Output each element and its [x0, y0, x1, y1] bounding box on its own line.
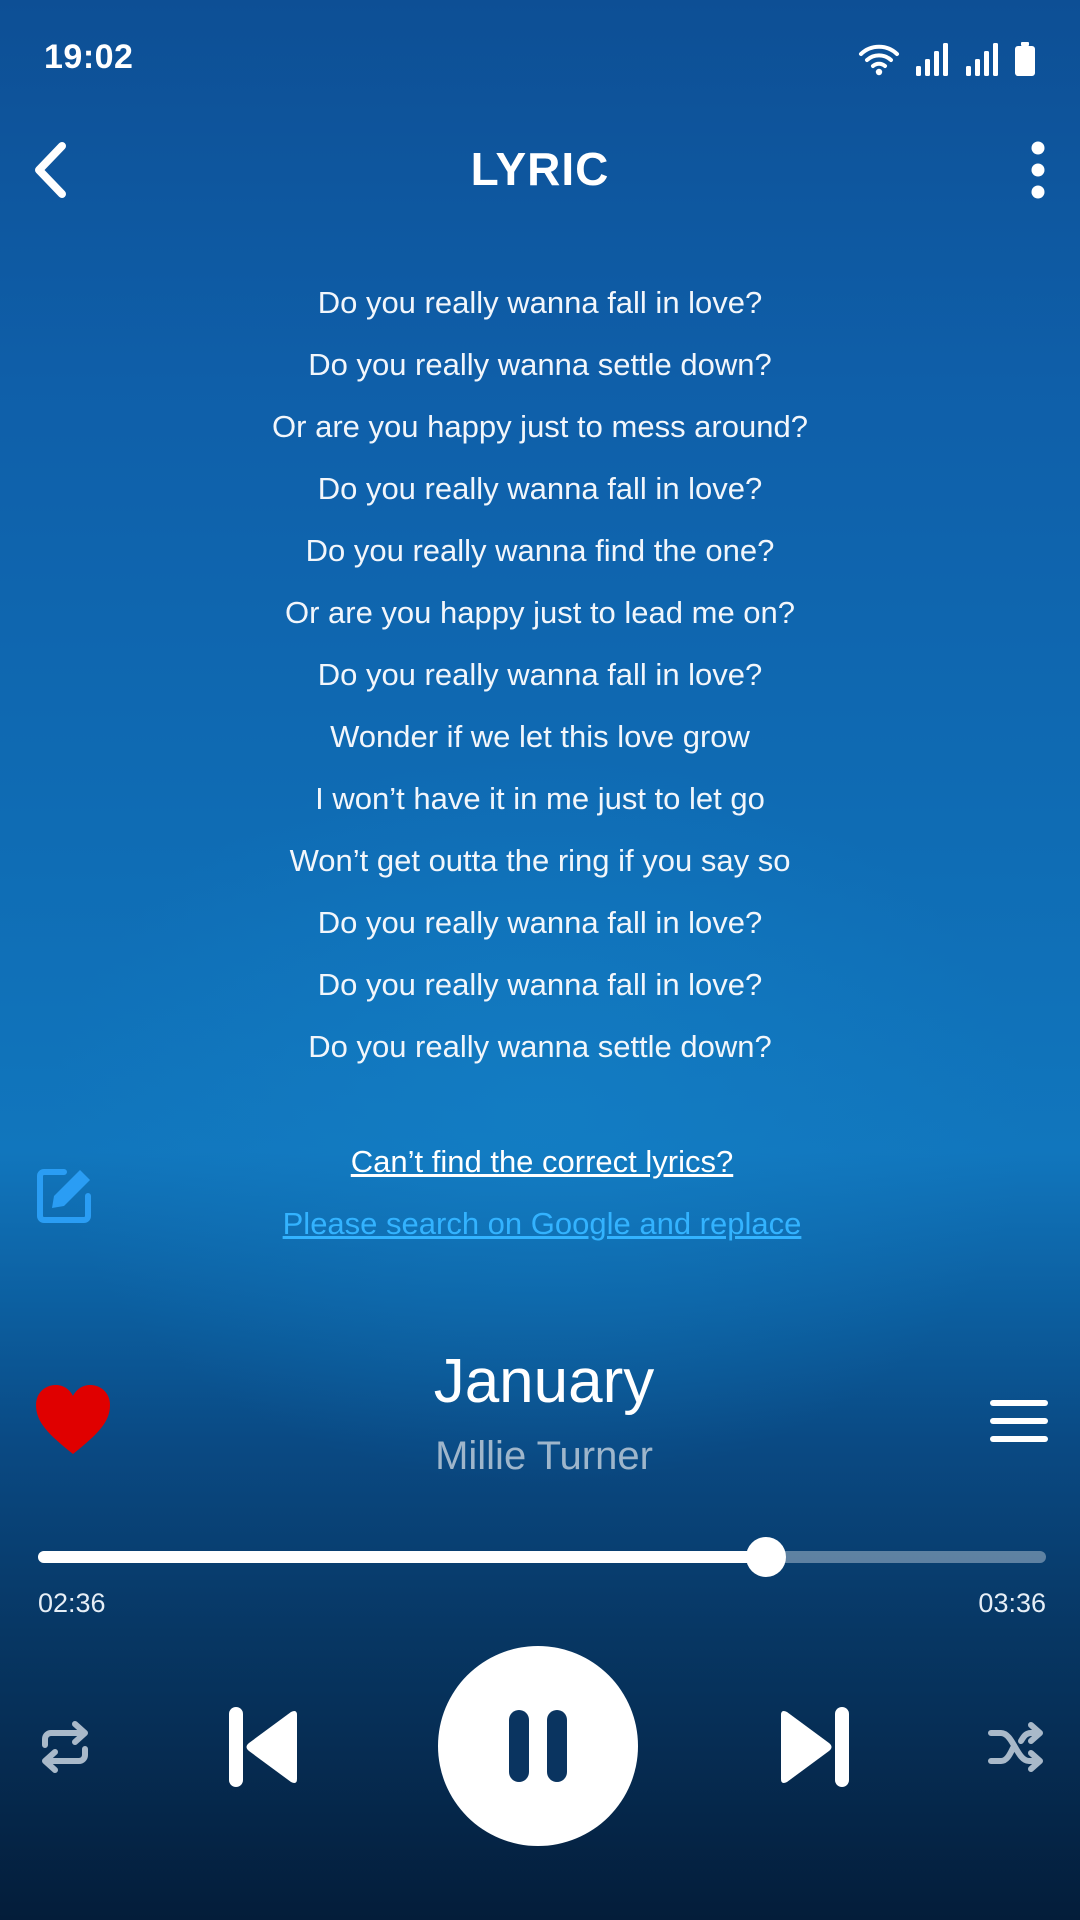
lyric-line: Do you really wanna fall in love? [317, 905, 763, 940]
lyric-line: Do you really wanna settle down? [308, 347, 772, 382]
page-title: LYRIC [470, 143, 610, 195]
repeat-icon [42, 1721, 88, 1773]
lyric-line: Do you really wanna fall in love? [317, 967, 763, 1002]
lyric-line: Won’t get outta the ring if you say so [289, 843, 791, 878]
shuffle-button[interactable] [982, 1712, 1052, 1782]
lyric-line: Wonder if we let this love grow [330, 719, 750, 754]
lyric-line: Do you really wanna fall in love? [317, 471, 763, 506]
lyric-line: Do you really wanna fall in love? [317, 285, 763, 320]
search-google-link-text[interactable]: Please search on Google and replace [283, 1206, 802, 1241]
song-artist: Millie Turner [435, 1434, 653, 1478]
lyrics-help-question-text[interactable]: Can’t find the correct lyrics? [351, 1144, 733, 1179]
repeat-button[interactable] [30, 1712, 100, 1782]
status-icons [858, 40, 1036, 78]
progress-fill [38, 1551, 766, 1563]
signal-icon [916, 43, 948, 76]
search-google-link[interactable]: Please search on Google and replace [0, 1206, 1080, 1242]
progress-thumb[interactable] [745, 1537, 786, 1577]
more-vertical-icon [1031, 141, 1045, 199]
lyric-line: Do you really wanna fall in love? [317, 657, 763, 692]
battery-icon [1015, 42, 1035, 76]
previous-track-button[interactable] [220, 1700, 310, 1794]
lyric-line: Do you really wanna settle down? [308, 1029, 772, 1064]
pause-icon [509, 1710, 567, 1782]
play-pause-button[interactable] [438, 1646, 638, 1846]
lyrics-list: Do you really wanna fall in love? Do you… [0, 272, 1080, 1078]
status-time: 19:02 [44, 38, 134, 76]
lyric-line: Do you really wanna find the one? [305, 533, 775, 568]
total-time: 03:36 [978, 1588, 1046, 1618]
lyric-line: Or are you happy just to lead me on? [284, 595, 796, 630]
queue-button[interactable] [988, 1396, 1050, 1446]
signal-icon [966, 43, 998, 76]
next-track-button[interactable] [768, 1700, 858, 1794]
lyrics-help-question[interactable]: Can’t find the correct lyrics? [0, 1144, 1080, 1180]
lyric-line: I won’t have it in me just to let go [315, 781, 765, 816]
wifi-icon [859, 44, 899, 76]
skip-next-icon [781, 1707, 849, 1787]
progress-bar[interactable] [38, 1537, 1046, 1577]
song-title: January [433, 1347, 655, 1416]
queue-icon [990, 1400, 1048, 1442]
shuffle-icon [988, 1722, 1043, 1772]
more-options-button[interactable] [1010, 138, 1066, 202]
lyric-line: Or are you happy just to mess around? [272, 409, 808, 444]
elapsed-time: 02:36 [38, 1588, 106, 1618]
skip-previous-icon [229, 1707, 297, 1787]
